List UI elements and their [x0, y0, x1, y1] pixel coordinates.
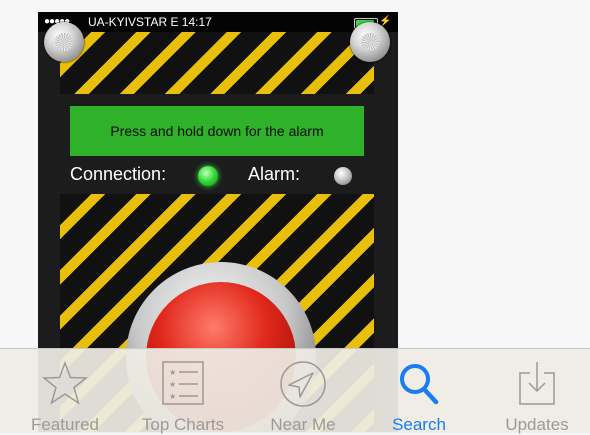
tab-updates[interactable]: Updates	[482, 349, 590, 434]
tab-search[interactable]: Search	[364, 349, 474, 434]
tab-label: Near Me	[270, 415, 336, 434]
status-bar: ●●●●● UA-KYIVSTAR E 14:17 ⚡	[38, 12, 398, 32]
svg-text:★: ★	[169, 392, 176, 401]
tab-label: Updates	[505, 415, 569, 434]
alarm-led-icon	[334, 167, 352, 185]
screw-knob-left-icon	[44, 22, 84, 62]
tab-near-me[interactable]: Near Me	[248, 349, 358, 434]
tab-bar: Featured ★ ★ ★ Top Charts Near Me Search	[0, 348, 590, 434]
svg-text:★: ★	[169, 380, 176, 389]
tab-label: Featured	[30, 415, 100, 434]
hazard-stripes-top	[60, 32, 374, 94]
connection-led-icon	[198, 166, 218, 186]
tab-label: Top Charts	[141, 415, 225, 434]
list-icon: ★ ★ ★	[162, 361, 204, 405]
star-icon	[41, 360, 89, 405]
tab-label: Search	[392, 415, 446, 434]
download-tray-icon	[519, 362, 555, 405]
status-indicators: Connection: Alarm:	[38, 158, 398, 194]
alarm-label: Alarm:	[248, 164, 301, 184]
tab-featured[interactable]: Featured	[10, 349, 120, 434]
screw-knob-right-icon	[350, 22, 390, 62]
search-icon	[400, 364, 439, 405]
carrier-and-time: UA-KYIVSTAR E 14:17	[88, 15, 212, 29]
alarm-instruction-banner: Press and hold down for the alarm	[70, 106, 364, 156]
tab-top-charts[interactable]: ★ ★ ★ Top Charts	[128, 349, 238, 434]
connection-label: Connection:	[70, 164, 167, 184]
location-arrow-icon	[280, 361, 326, 407]
svg-text:★: ★	[169, 368, 176, 377]
